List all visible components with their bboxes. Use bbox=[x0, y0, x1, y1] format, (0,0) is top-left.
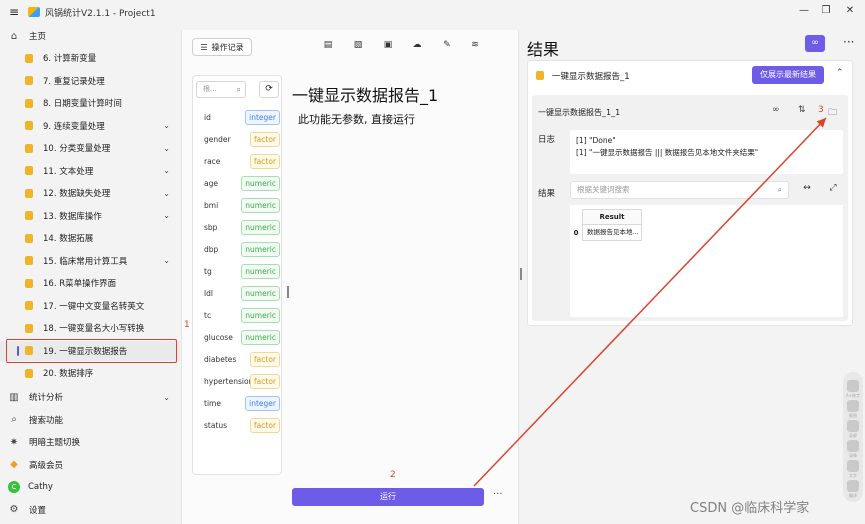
annotation-arrow bbox=[473, 117, 827, 487]
annotation-number: 1 bbox=[184, 319, 190, 330]
